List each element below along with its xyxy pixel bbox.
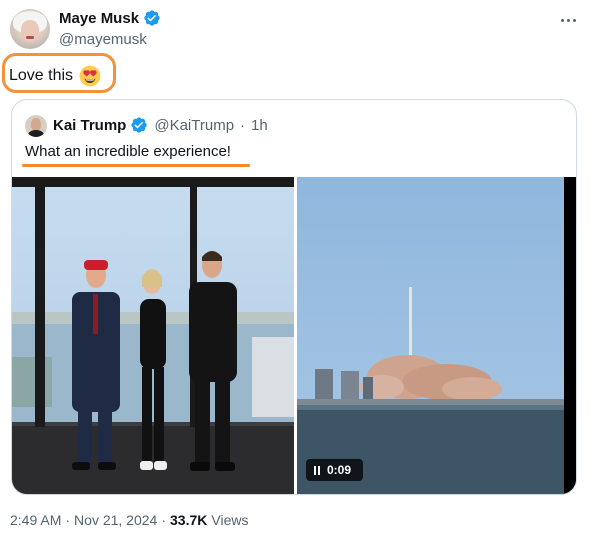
verified-badge-icon: [144, 10, 160, 26]
tweet-text: Love this: [9, 65, 101, 87]
views-label: Views: [211, 512, 249, 528]
avatar-body: [28, 130, 44, 137]
quoted-video[interactable]: 0:09: [297, 177, 576, 494]
quoted-display-name[interactable]: Kai Trump: [53, 117, 126, 134]
tweet-text-content: Love this: [9, 67, 74, 84]
footer-separator: ·: [65, 512, 71, 528]
pause-icon[interactable]: [314, 465, 320, 475]
heart-eyes-emoji-icon: [79, 65, 101, 87]
pause-bar: [318, 465, 320, 475]
quoted-separator: ·: [240, 116, 246, 134]
author-handle[interactable]: @mayemusk: [59, 31, 147, 48]
views-count: 33.7K: [170, 512, 208, 528]
quoted-author-row: Kai Trump @KaiTrump · 1h: [53, 116, 268, 134]
quoted-time-ago[interactable]: 1h: [251, 117, 268, 134]
video-duration: 0:09: [327, 463, 352, 477]
video-duration-badge[interactable]: 0:09: [306, 459, 363, 481]
video-frame: [297, 177, 576, 494]
more-dot: [560, 18, 564, 22]
author-avatar[interactable]: [10, 9, 50, 49]
more-options-icon[interactable]: [558, 12, 578, 28]
quoted-author-avatar[interactable]: [25, 115, 47, 137]
tweet-date[interactable]: Nov 21, 2024: [74, 512, 157, 528]
quoted-photo[interactable]: [12, 177, 294, 494]
quoted-tweet-card[interactable]: Kai Trump @KaiTrump · 1h What an incredi…: [11, 99, 577, 495]
author-display-name[interactable]: Maye Musk: [59, 10, 139, 27]
pause-bar: [314, 465, 316, 475]
quoted-tweet-text: What an incredible experience!: [25, 143, 231, 160]
tweet-footer: 2:49 AM · Nov 21, 2024 · 33.7K Views: [10, 512, 248, 528]
more-dot: [566, 18, 570, 22]
photo-scene: [12, 177, 294, 494]
quoted-handle[interactable]: @KaiTrump: [154, 117, 234, 134]
tweet-time[interactable]: 2:49 AM: [10, 512, 61, 528]
verified-badge-icon: [131, 117, 148, 133]
avatar-lips: [26, 36, 34, 39]
footer-separator: ·: [161, 512, 167, 528]
quoted-text-underline: [22, 164, 250, 167]
more-dot: [572, 18, 576, 22]
author-name-row: Maye Musk: [59, 9, 161, 27]
